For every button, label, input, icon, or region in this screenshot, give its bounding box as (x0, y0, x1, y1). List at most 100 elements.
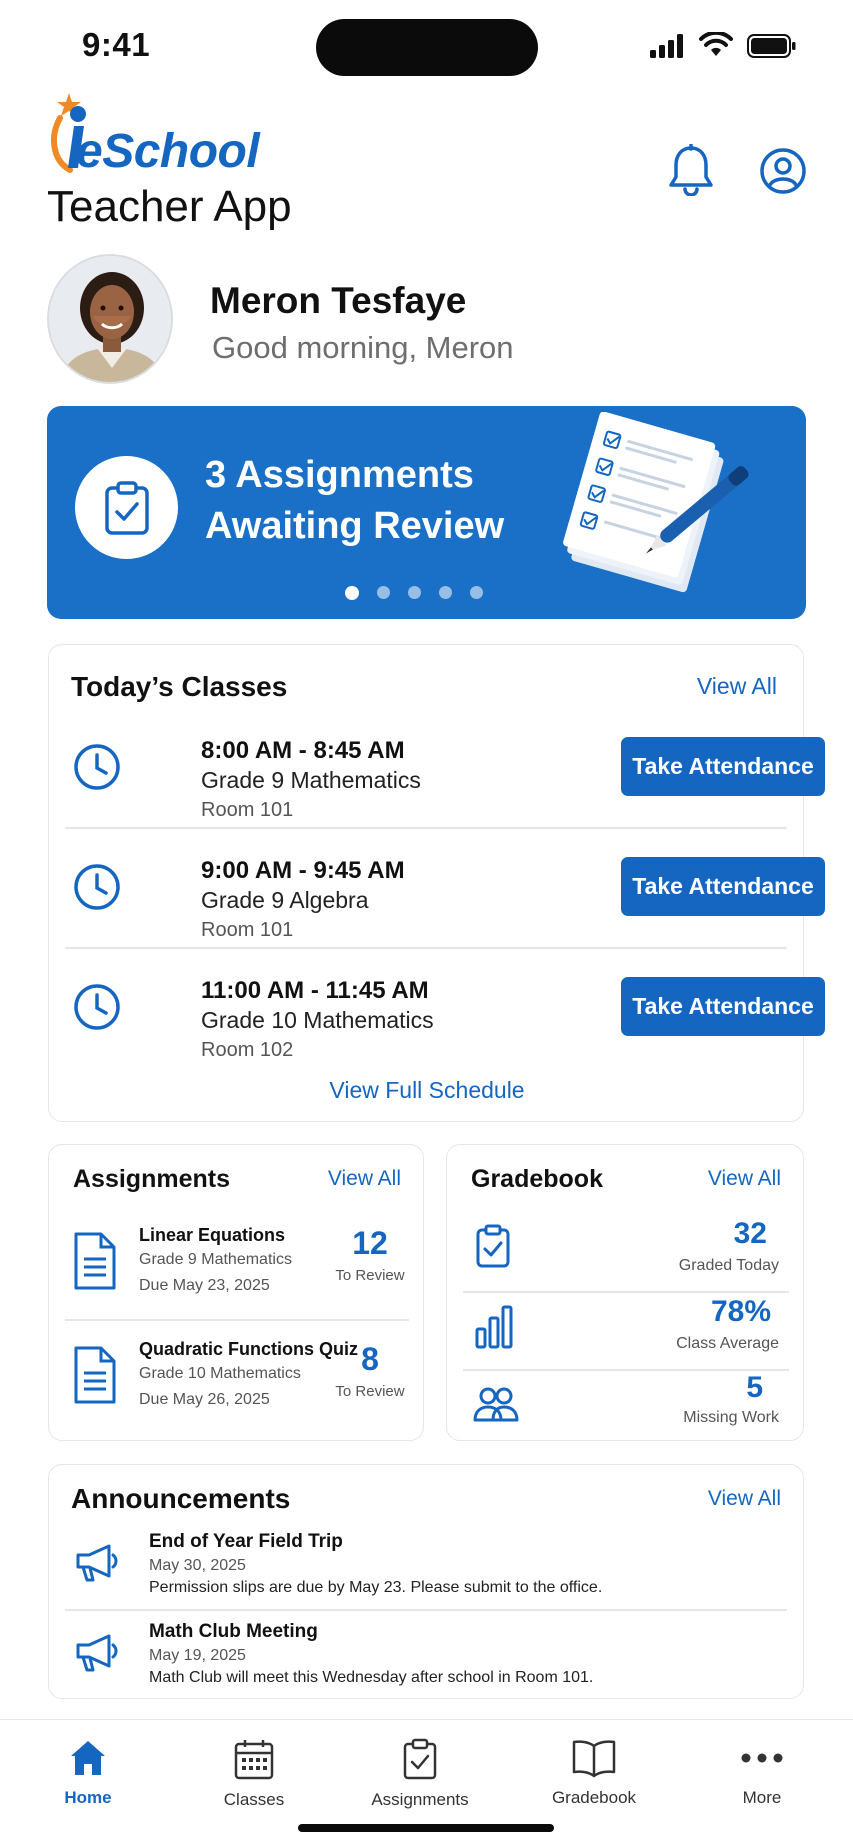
class-name: Grade 9 Algebra (201, 887, 369, 913)
stat-label: Missing Work (683, 1409, 779, 1426)
assignment-due: Due May 26, 2025 (139, 1391, 270, 1408)
carousel-dot[interactable] (439, 586, 452, 599)
nav-assignments[interactable]: Assignments (350, 1738, 490, 1810)
logo-text: eSchool (76, 125, 260, 178)
assignment-item[interactable]: Linear Equations Grade 9 Mathematics Due… (49, 1225, 425, 1325)
nav-classes[interactable]: Classes (184, 1738, 324, 1810)
stat-value: 78% (710, 1295, 771, 1328)
nav-label: Classes (223, 1790, 285, 1809)
card-title: Gradebook (471, 1165, 603, 1193)
assignment-class: Grade 10 Mathematics (139, 1365, 301, 1382)
document-icon (73, 1231, 117, 1291)
class-row: 11:00 AM - 11:45 AM Grade 10 Mathematics… (67, 967, 825, 1085)
dynamic-island (316, 19, 538, 76)
megaphone-icon (75, 1633, 119, 1673)
nav-label: Assignments (371, 1790, 469, 1809)
carousel-dot[interactable] (345, 586, 359, 600)
take-attendance-button[interactable]: Take Attendance (621, 977, 825, 1036)
to-review-label: To Review (335, 1383, 405, 1400)
class-time: 9:00 AM - 9:45 AM (201, 857, 405, 884)
clipboard-check-icon (475, 1223, 511, 1269)
stat-value: 32 (733, 1217, 767, 1250)
bar-chart-icon (475, 1305, 513, 1349)
todays-classes-card: Today’s Classes View All 8:00 AM - 8:45 … (48, 644, 825, 1122)
papers-pen-illustration (547, 412, 767, 612)
assignment-class: Grade 9 Mathematics (139, 1251, 292, 1268)
nav-label: Gradebook (551, 1788, 637, 1807)
divider (65, 827, 787, 829)
calendar-icon (234, 1738, 274, 1780)
nav-home[interactable]: Home (18, 1738, 158, 1808)
status-time: 9:41 (82, 26, 151, 63)
user-circle-icon[interactable] (760, 148, 806, 194)
class-room: Room 101 (201, 919, 294, 941)
clipboard-check-icon (103, 480, 151, 536)
to-review-count: 8 (361, 1341, 379, 1377)
banner-title: 3 Assignments Awaiting Review (205, 454, 505, 547)
divider (65, 1319, 409, 1321)
class-room: Room 101 (201, 799, 294, 821)
announcements-card: Announcements View All End of Year Field… (48, 1464, 804, 1699)
card-title: Announcements (71, 1483, 291, 1514)
assignment-item[interactable]: Quadratic Functions Quiz Grade 10 Mathem… (49, 1339, 425, 1439)
stat-label: Graded Today (678, 1257, 779, 1274)
announcement-date: May 30, 2025 (149, 1557, 246, 1574)
announcement-item[interactable]: Math Club Meeting May 19, 2025 Math Club… (49, 1621, 805, 1697)
user-name: Meron Tesfaye (210, 280, 467, 321)
to-review-label: To Review (335, 1267, 405, 1284)
app-title: Teacher App (47, 182, 292, 231)
announcement-item[interactable]: End of Year Field Trip May 30, 2025 Perm… (49, 1531, 805, 1617)
document-icon (73, 1345, 117, 1405)
view-all-announcements-link[interactable]: View All (708, 1487, 781, 1511)
carousel-dot[interactable] (377, 586, 390, 599)
home-icon (68, 1738, 108, 1778)
stat-label: Class Average (676, 1335, 779, 1352)
carousel-dots[interactable] (345, 586, 483, 600)
view-all-classes-link[interactable]: View All (697, 673, 777, 700)
assignment-title: Linear Equations (139, 1225, 286, 1245)
megaphone-icon (75, 1543, 119, 1583)
nav-gradebook[interactable]: Gradebook (524, 1738, 664, 1808)
clock-icon (73, 983, 121, 1031)
card-title: Today’s Classes (71, 671, 288, 702)
wifi-icon (699, 32, 733, 58)
gradebook-card: Gradebook View All 32 Graded Today 78% C… (446, 1144, 804, 1441)
view-all-gradebook-link[interactable]: View All (708, 1167, 781, 1191)
class-room: Room 102 (201, 1039, 294, 1061)
gradebook-stat[interactable]: 32 Graded Today (447, 1213, 805, 1291)
view-all-assignments-link[interactable]: View All (328, 1167, 401, 1191)
stat-value: 5 (746, 1371, 763, 1404)
announcement-title: End of Year Field Trip (149, 1531, 343, 1552)
nav-label: More (742, 1788, 782, 1807)
more-dots-icon (741, 1738, 783, 1778)
battery-icon (747, 34, 797, 58)
avatar[interactable] (47, 254, 173, 384)
bell-icon[interactable] (668, 144, 714, 196)
class-name: Grade 10 Mathematics (201, 1007, 434, 1033)
carousel-dot[interactable] (408, 586, 421, 599)
banner-icon-circle (75, 456, 178, 559)
divider (65, 1609, 787, 1611)
take-attendance-button[interactable]: Take Attendance (621, 857, 825, 916)
divider (65, 947, 787, 949)
gradebook-stat[interactable]: 78% Class Average (447, 1293, 805, 1371)
carousel-dot[interactable] (470, 586, 483, 599)
class-time: 8:00 AM - 8:45 AM (201, 737, 405, 764)
take-attendance-button[interactable]: Take Attendance (621, 737, 825, 796)
card-title: Assignments (73, 1165, 230, 1193)
clock-icon (73, 743, 121, 791)
nav-more[interactable]: More (692, 1738, 832, 1808)
review-banner[interactable]: 3 Assignments Awaiting Review (47, 406, 806, 619)
clipboard-icon (402, 1738, 438, 1780)
book-icon (572, 1738, 616, 1778)
announcement-title: Math Club Meeting (149, 1621, 318, 1642)
users-icon (473, 1385, 519, 1423)
class-time: 11:00 AM - 11:45 AM (201, 977, 429, 1004)
home-indicator (298, 1824, 554, 1832)
class-name: Grade 9 Mathematics (201, 767, 421, 793)
view-full-schedule-link[interactable]: View Full Schedule (49, 1077, 805, 1104)
announcement-body: Math Club will meet this Wednesday after… (149, 1669, 594, 1686)
announcement-body: Permission slips are due by May 23. Plea… (149, 1579, 603, 1596)
gradebook-stat[interactable]: 5 Missing Work (447, 1371, 805, 1441)
to-review-count: 12 (352, 1225, 388, 1261)
